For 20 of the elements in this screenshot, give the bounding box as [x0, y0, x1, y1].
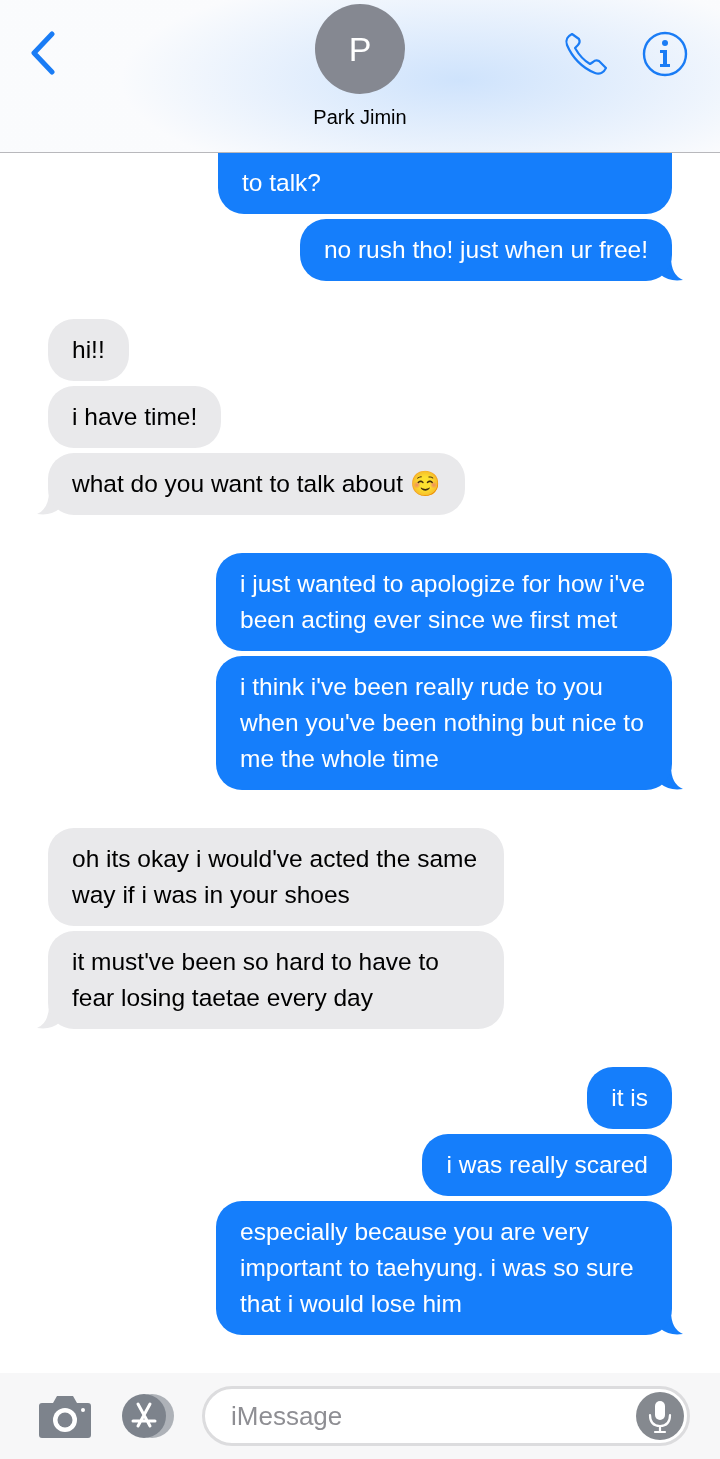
- sent-message: no rush tho! just when ur free!: [299, 219, 672, 281]
- sent-message: i was really scared: [422, 1134, 672, 1196]
- received-message: what do you want to talk about ☺: [48, 453, 465, 515]
- message-field[interactable]: iMessage: [202, 1386, 690, 1446]
- back-icon[interactable]: [30, 31, 56, 75]
- sent-message: i just wanted to apologize for how i've been acting ever since we first met: [216, 553, 672, 651]
- received-message: i have time!: [48, 386, 222, 448]
- sent-message: it is: [587, 1067, 672, 1129]
- camera-icon[interactable]: [38, 1393, 92, 1439]
- received-message: hi!!: [48, 319, 129, 381]
- info-icon[interactable]: [642, 31, 688, 77]
- sent-message: to talk?: [218, 153, 672, 214]
- contact-name[interactable]: Park Jimin: [313, 106, 407, 129]
- contact-avatar[interactable]: P: [315, 4, 405, 94]
- microphone-icon[interactable]: [636, 1392, 684, 1440]
- sent-message: i think i've been really rude to you when you've been nothing but nice to me the whole time: [216, 656, 672, 790]
- received-message: oh its okay i would've acted the same way if i was in your shoes: [48, 828, 504, 926]
- sent-message: especially because you are very important to taehyung. i was so sure that i would lose him: [216, 1201, 672, 1335]
- phone-icon[interactable]: [563, 31, 609, 77]
- received-message: it must've been so hard to have to fear losing taetae every day: [48, 931, 504, 1029]
